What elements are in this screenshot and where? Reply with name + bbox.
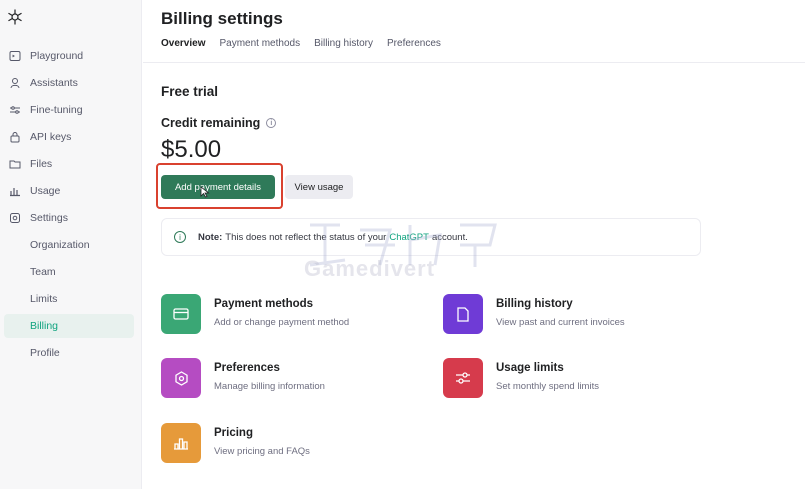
- sidebar-item-files[interactable]: Files: [4, 152, 134, 176]
- gear-icon: [8, 211, 22, 225]
- sidebar-item-settings[interactable]: Settings: [4, 206, 134, 230]
- sidebar-item-api-keys[interactable]: API keys: [4, 125, 134, 149]
- sidebar-item-playground[interactable]: Playground: [4, 44, 134, 68]
- settings-icon: [161, 358, 201, 398]
- watermark-text: Gamedivert: [304, 256, 436, 281]
- sidebar-item-label: Organization: [30, 239, 90, 251]
- sidebar-item-label: Limits: [30, 293, 58, 305]
- card-desc: Add or change payment method: [214, 317, 350, 328]
- lock-icon: [8, 130, 22, 144]
- sidebar-item-team[interactable]: Team: [4, 260, 134, 284]
- info-circle-icon: i: [174, 231, 186, 243]
- sidebar-item-label: Files: [30, 158, 53, 170]
- note-text: This does not reflect the status of your: [225, 231, 387, 243]
- note-text-end: account.: [431, 231, 468, 243]
- credit-card-icon: [161, 294, 201, 334]
- credit-amount: $5.00: [161, 136, 222, 163]
- tab-billing-history[interactable]: Billing history: [314, 38, 373, 57]
- note-banner: i Note: This does not reflect the status…: [161, 218, 701, 256]
- sidebar-item-label: Billing: [30, 320, 59, 332]
- sidebar-item-label: Assistants: [30, 77, 78, 89]
- document-icon: [443, 294, 483, 334]
- sidebar-item-label: Usage: [30, 185, 61, 197]
- sidebar-item-label: Playground: [30, 50, 84, 62]
- preferences-card[interactable]: Preferences Manage billing information: [161, 358, 325, 398]
- billing-history-card[interactable]: Billing history View past and current in…: [443, 294, 625, 334]
- tab-preferences[interactable]: Preferences: [387, 38, 441, 57]
- openai-logo-icon[interactable]: [6, 8, 24, 26]
- tab-overview[interactable]: Overview: [161, 38, 205, 57]
- plan-title: Free trial: [161, 84, 219, 99]
- chatgpt-link[interactable]: ChatGPT: [389, 232, 429, 243]
- sidebar-item-assistants[interactable]: Assistants: [4, 71, 134, 95]
- card-title: Usage limits: [496, 362, 564, 374]
- main-content: Billing settings Overview Payment method…: [143, 0, 805, 489]
- sidebar-item-usage[interactable]: Usage: [4, 179, 134, 203]
- robot-icon: [8, 76, 22, 90]
- sidebar: Playground Assistants Fine-tuning API ke…: [0, 0, 142, 489]
- view-usage-button[interactable]: View usage: [285, 175, 353, 199]
- card-desc: View past and current invoices: [496, 317, 625, 328]
- sidebar-item-label: API keys: [30, 131, 72, 143]
- payment-methods-card[interactable]: Payment methods Add or change payment me…: [161, 294, 349, 334]
- card-desc: Set monthly spend limits: [496, 381, 599, 392]
- card-title: Billing history: [496, 298, 573, 310]
- sidebar-item-label: Fine-tuning: [30, 104, 83, 116]
- sidebar-item-label: Profile: [30, 347, 60, 359]
- credit-label: Credit remaining i: [161, 116, 277, 130]
- folder-icon: [8, 157, 22, 171]
- sidebar-item-fine-tuning[interactable]: Fine-tuning: [4, 98, 134, 122]
- info-icon[interactable]: i: [266, 118, 277, 128]
- page-title: Billing settings: [161, 9, 283, 28]
- usage-limits-card[interactable]: Usage limits Set monthly spend limits: [443, 358, 599, 398]
- tab-payment-methods[interactable]: Payment methods: [219, 38, 300, 57]
- bar-chart-icon: [8, 184, 22, 198]
- sliders-icon: [8, 103, 22, 117]
- sidebar-item-profile[interactable]: Profile: [4, 341, 134, 365]
- mouse-cursor-icon: [200, 186, 210, 198]
- card-title: Pricing: [214, 427, 253, 439]
- add-payment-details-button[interactable]: Add payment details: [161, 175, 275, 199]
- credit-label-text: Credit remaining: [161, 116, 261, 130]
- sidebar-item-billing[interactable]: Billing: [4, 314, 134, 338]
- chart-icon: [161, 423, 201, 463]
- note-label: Note:: [198, 231, 223, 243]
- sidebar-item-label: Team: [30, 266, 56, 278]
- tabs-divider: [143, 62, 805, 63]
- terminal-icon: [8, 49, 22, 63]
- card-title: Preferences: [214, 362, 280, 374]
- card-title: Payment methods: [214, 298, 314, 310]
- sidebar-item-organization[interactable]: Organization: [4, 233, 134, 257]
- card-desc: View pricing and FAQs: [214, 446, 310, 457]
- pricing-card[interactable]: Pricing View pricing and FAQs: [161, 423, 310, 463]
- sliders-icon: [443, 358, 483, 398]
- card-desc: Manage billing information: [214, 381, 325, 392]
- sidebar-item-label: Settings: [30, 212, 68, 224]
- sidebar-item-limits[interactable]: Limits: [4, 287, 134, 311]
- tab-bar: Overview Payment methods Billing history…: [161, 38, 441, 57]
